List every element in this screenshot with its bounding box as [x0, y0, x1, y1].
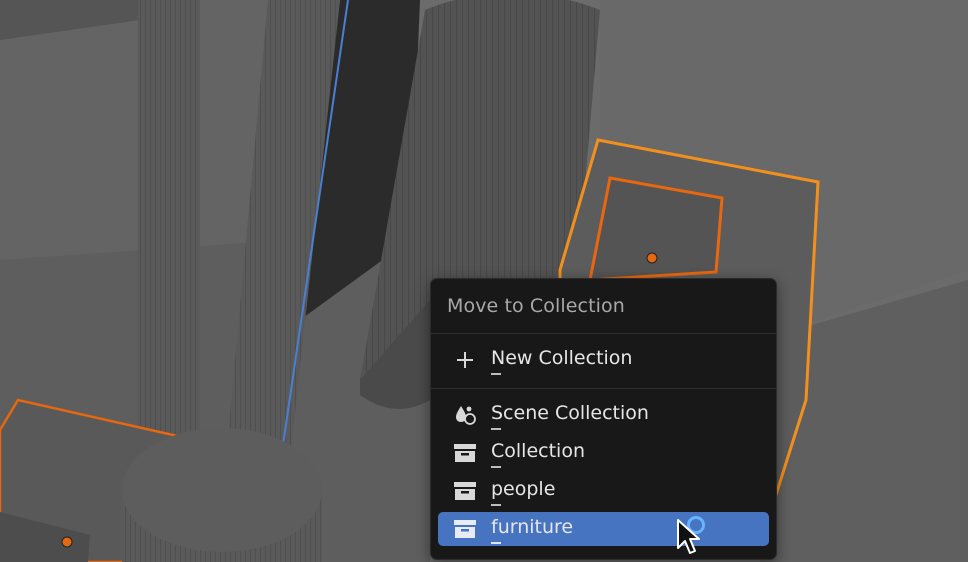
scene-collection-icon: [456, 406, 476, 425]
menu-divider: [431, 388, 776, 389]
menu-item-scene-collection[interactable]: Scene Collection: [438, 398, 769, 432]
accelerator-underline: [491, 373, 501, 375]
menu-item-label: Collection: [491, 440, 585, 462]
move-to-collection-menu: Move to Collection New Collection Scene …: [430, 278, 777, 560]
active-object-outline: [588, 176, 724, 282]
collection-box-icon: [454, 482, 476, 500]
menu-item-people[interactable]: people: [438, 474, 769, 508]
menu-item-collection[interactable]: Collection: [438, 436, 769, 470]
accelerator-underline: [491, 504, 501, 506]
cylinder-cap: [122, 428, 322, 552]
object-origin-dot: [646, 252, 658, 264]
menu-item-label: people: [491, 478, 556, 500]
accelerator-underline: [491, 466, 501, 468]
menu-item-furniture[interactable]: furniture: [438, 512, 769, 546]
menu-item-label: furniture: [491, 516, 574, 538]
table-origin-dot: [61, 536, 73, 548]
menu-title: Move to Collection: [447, 295, 625, 317]
accelerator-underline: [491, 428, 501, 430]
menu-item-label: Scene Collection: [491, 402, 649, 424]
plus-icon: [457, 352, 473, 368]
collection-box-icon: [454, 520, 476, 538]
thin-pole: [138, 0, 200, 470]
accelerator-underline: [491, 542, 501, 544]
collection-box-icon: [454, 444, 476, 462]
menu-divider: [431, 333, 776, 334]
menu-item-label: New Collection: [491, 347, 633, 369]
menu-item-new-collection[interactable]: New Collection: [438, 343, 769, 377]
mouse-pointer-icon: [677, 519, 700, 554]
